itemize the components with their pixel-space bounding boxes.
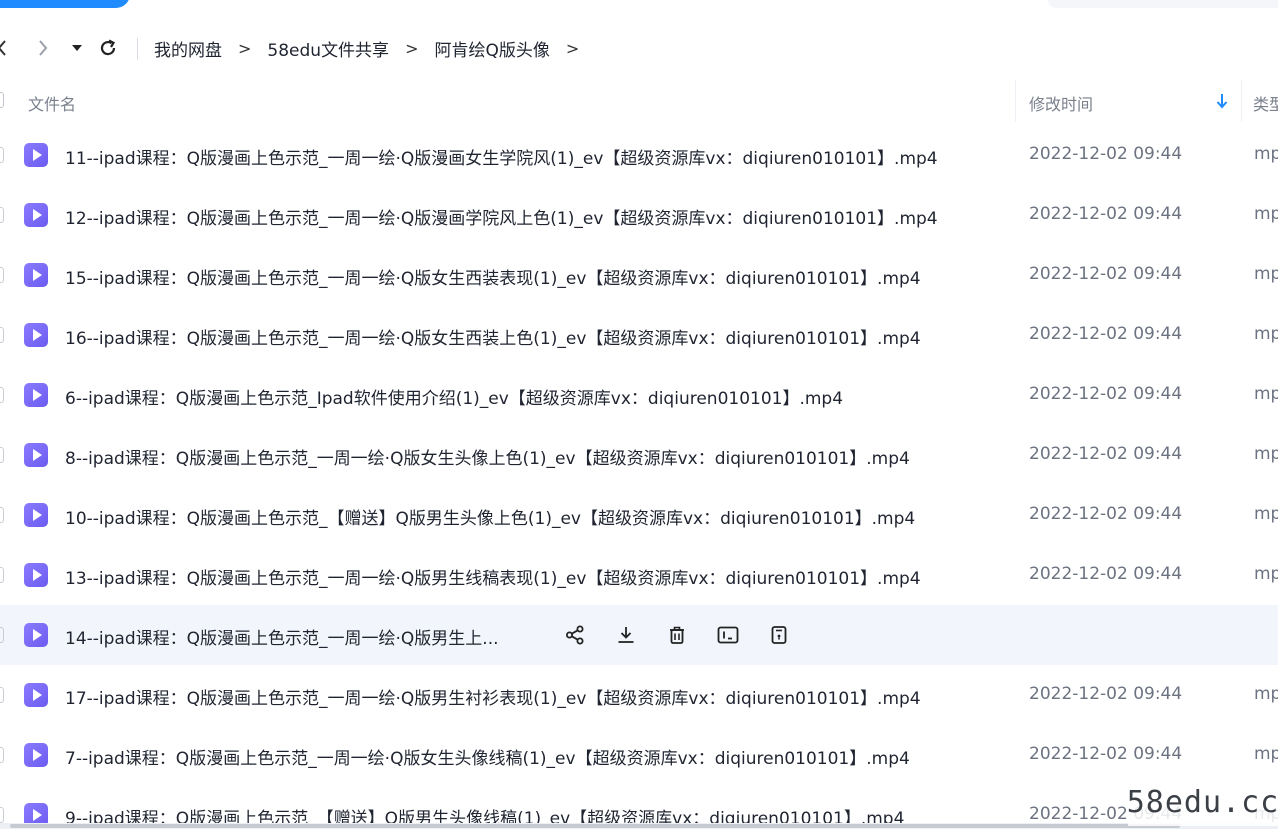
column-divider[interactable]	[1241, 80, 1242, 122]
row-checkbox[interactable]	[0, 627, 4, 643]
row-checkbox[interactable]	[0, 207, 4, 223]
video-file-icon	[24, 563, 48, 587]
breadcrumb-separator: >	[565, 38, 580, 58]
file-name[interactable]: 12--ipad课程：Q版漫画上色示范_一周一绘·Q版漫画学院风上色(1)_ev…	[65, 204, 938, 229]
file-type: mp	[1254, 264, 1278, 284]
file-row[interactable]: 12--ipad课程：Q版漫画上色示范_一周一绘·Q版漫画学院风上色(1)_ev…	[0, 185, 1278, 245]
file-type: mp	[1254, 324, 1278, 344]
breadcrumb: 我的网盘 > 58edu文件共享 > 阿肯绘Q版头像 >	[154, 28, 595, 68]
breadcrumb-item-shared-folder[interactable]: 58edu文件共享	[267, 36, 389, 61]
file-type: mp	[1254, 144, 1278, 164]
row-checkbox[interactable]	[0, 147, 4, 163]
file-name[interactable]: 13--ipad课程：Q版漫画上色示范_一周一绘·Q版男生线稿表现(1)_ev【…	[65, 564, 921, 589]
file-name[interactable]: 14--ipad课程：Q版漫画上色示范_一周一绘·Q版男生上...	[65, 624, 499, 649]
file-modified-time: 2022-12-02 09:44	[1029, 564, 1183, 584]
file-list: 11--ipad课程：Q版漫画上色示范_一周一绘·Q版漫画女生学院风(1)_ev…	[0, 125, 1278, 829]
file-name[interactable]: 16--ipad课程：Q版漫画上色示范_一周一绘·Q版女生西装上色(1)_ev【…	[65, 324, 921, 349]
video-file-icon	[24, 383, 48, 407]
file-modified-time: 2022-12-02 09:44	[1029, 204, 1183, 224]
breadcrumb-item-my-drive[interactable]: 我的网盘	[154, 36, 222, 61]
video-file-icon	[24, 683, 48, 707]
download-icon[interactable]	[613, 622, 639, 648]
file-modified-time: 2022-12-02 09:44	[1029, 384, 1183, 404]
video-file-icon	[24, 203, 48, 227]
sort-arrow-down-icon[interactable]	[1216, 93, 1228, 113]
breadcrumb-separator: >	[238, 38, 252, 58]
file-type: mp	[1254, 204, 1278, 224]
video-file-icon	[24, 623, 48, 647]
file-modified-time: 2022-12-02 09:44	[1029, 744, 1183, 764]
horizontal-scrollbar-thumb[interactable]	[10, 824, 1180, 828]
row-checkbox[interactable]	[0, 687, 4, 703]
rename-icon[interactable]	[715, 622, 741, 648]
file-modified-time: 2022-12-02 09:44	[1029, 144, 1183, 164]
watermark: 58edu.cc	[1127, 778, 1278, 826]
file-row[interactable]: 17--ipad课程：Q版漫画上色示范_一周一绘·Q版男生衬衫表现(1)_ev【…	[0, 665, 1278, 725]
file-name[interactable]: 17--ipad课程：Q版漫画上色示范_一周一绘·Q版男生衬衫表现(1)_ev【…	[65, 684, 921, 709]
history-dropdown-icon[interactable]	[68, 36, 86, 60]
video-file-icon	[24, 263, 48, 287]
file-type: mp	[1254, 564, 1278, 584]
forward-icon[interactable]	[32, 36, 54, 60]
file-name[interactable]: 8--ipad课程：Q版漫画上色示范_一周一绘·Q版女生头像上色(1)_ev【超…	[65, 444, 910, 469]
delete-icon[interactable]	[664, 622, 690, 648]
top-search-bar-edge	[1048, 0, 1278, 8]
more-icon[interactable]	[766, 622, 792, 648]
file-modified-time: 2022-12-02 09:44	[1029, 444, 1183, 464]
file-name[interactable]: 6--ipad课程：Q版漫画上色示范_Ipad软件使用介绍(1)_ev【超级资源…	[65, 384, 843, 409]
column-header-name[interactable]: 文件名	[28, 91, 76, 115]
file-type: mp	[1254, 504, 1278, 524]
row-checkbox[interactable]	[0, 807, 4, 823]
row-checkbox[interactable]	[0, 747, 4, 763]
video-file-icon	[24, 143, 48, 167]
video-file-icon	[24, 743, 48, 767]
file-row[interactable]: 10--ipad课程：Q版漫画上色示范_【赠送】Q版男生头像上色(1)_ev【超…	[0, 485, 1278, 545]
top-tab-indicator	[0, 0, 130, 8]
refresh-icon[interactable]	[96, 36, 120, 60]
row-checkbox[interactable]	[0, 327, 4, 343]
select-all-checkbox[interactable]	[0, 92, 4, 108]
file-type: mp	[1254, 744, 1278, 764]
row-checkbox[interactable]	[0, 387, 4, 403]
navigation-toolbar: 我的网盘 > 58edu文件共享 > 阿肯绘Q版头像 >	[0, 28, 1278, 68]
file-row[interactable]: 13--ipad课程：Q版漫画上色示范_一周一绘·Q版男生线稿表现(1)_ev【…	[0, 545, 1278, 605]
row-checkbox[interactable]	[0, 267, 4, 283]
row-action-bar	[562, 622, 817, 648]
breadcrumb-separator: >	[405, 38, 419, 58]
file-type: mp	[1254, 444, 1278, 464]
file-modified-time: 2022-12-02 09:44	[1029, 264, 1183, 284]
file-type: mp	[1254, 684, 1278, 704]
file-row[interactable]: 7--ipad课程：Q版漫画上色示范_一周一绘·Q版女生头像线稿(1)_ev【超…	[0, 725, 1278, 785]
video-file-icon	[24, 503, 48, 527]
row-checkbox[interactable]	[0, 507, 4, 523]
file-row[interactable]: 11--ipad课程：Q版漫画上色示范_一周一绘·Q版漫画女生学院风(1)_ev…	[0, 125, 1278, 185]
back-icon[interactable]	[0, 36, 10, 60]
file-modified-time: 2022-12-02 09:44	[1029, 504, 1183, 524]
column-divider[interactable]	[1015, 80, 1016, 122]
file-list-header: 文件名 修改时间 类型	[0, 80, 1278, 122]
video-file-icon	[24, 323, 48, 347]
file-type: mp	[1254, 384, 1278, 404]
row-checkbox[interactable]	[0, 567, 4, 583]
share-icon[interactable]	[562, 622, 588, 648]
toolbar-divider	[137, 38, 138, 60]
video-file-icon	[24, 443, 48, 467]
column-header-type[interactable]: 类型	[1253, 91, 1278, 115]
file-row[interactable]: 15--ipad课程：Q版漫画上色示范_一周一绘·Q版女生西装表现(1)_ev【…	[0, 245, 1278, 305]
file-row-hovered[interactable]: 14--ipad课程：Q版漫画上色示范_一周一绘·Q版男生上...	[0, 605, 1278, 665]
file-name[interactable]: 7--ipad课程：Q版漫画上色示范_一周一绘·Q版女生头像线稿(1)_ev【超…	[65, 744, 910, 769]
file-row[interactable]: 8--ipad课程：Q版漫画上色示范_一周一绘·Q版女生头像上色(1)_ev【超…	[0, 425, 1278, 485]
file-row[interactable]: 16--ipad课程：Q版漫画上色示范_一周一绘·Q版女生西装上色(1)_ev【…	[0, 305, 1278, 365]
file-modified-time: 2022-12-02 09:44	[1029, 324, 1183, 344]
file-name[interactable]: 15--ipad课程：Q版漫画上色示范_一周一绘·Q版女生西装表现(1)_ev【…	[65, 264, 921, 289]
row-checkbox[interactable]	[0, 447, 4, 463]
breadcrumb-item-current-folder[interactable]: 阿肯绘Q版头像	[434, 36, 549, 61]
file-modified-time: 2022-12-02 09:44	[1029, 684, 1183, 704]
file-row[interactable]: 6--ipad课程：Q版漫画上色示范_Ipad软件使用介绍(1)_ev【超级资源…	[0, 365, 1278, 425]
file-name[interactable]: 11--ipad课程：Q版漫画上色示范_一周一绘·Q版漫画女生学院风(1)_ev…	[65, 144, 938, 169]
column-header-modified[interactable]: 修改时间	[1029, 91, 1093, 115]
file-name[interactable]: 10--ipad课程：Q版漫画上色示范_【赠送】Q版男生头像上色(1)_ev【超…	[65, 504, 915, 529]
